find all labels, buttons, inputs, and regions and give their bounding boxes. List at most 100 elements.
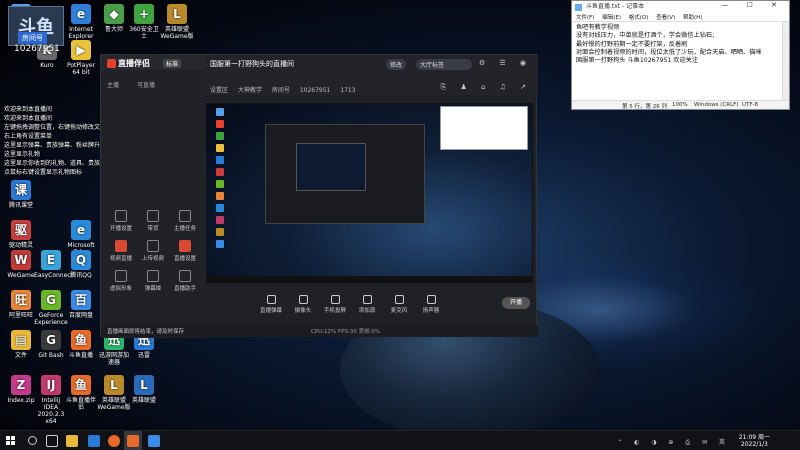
- desktop-icon-label: EasyConnect: [34, 272, 73, 279]
- room-label: 房间号: [18, 32, 47, 44]
- tab-live[interactable]: 可直播: [137, 82, 155, 89]
- menu-edit[interactable]: 编辑(E): [602, 15, 621, 21]
- notepad-text-area[interactable]: 鱼吧有教学视频 没有对线压力，中单就是打酒个，学会微信上钻石; 最好慢的打野前期…: [572, 22, 789, 102]
- desktop-icon[interactable]: 鱼斗鱼直播伴侣: [64, 375, 98, 411]
- menu-view[interactable]: 查看(V): [656, 15, 675, 21]
- desktop-icon-label: 迅游网游加速器: [98, 352, 129, 366]
- camera-button[interactable]: 摄像头: [288, 295, 318, 314]
- desktop-icon[interactable]: Q 腾讯QQ: [64, 250, 98, 279]
- viewer-count: 1713: [340, 87, 356, 94]
- file-explorer-icon[interactable]: [66, 435, 78, 447]
- clock-time: 21:09 周一: [738, 434, 770, 441]
- app-icon: e: [71, 220, 91, 240]
- desktop-icon-label: 斗鱼直播: [68, 352, 93, 359]
- feature-label: 开播设置: [109, 226, 132, 232]
- clock[interactable]: 21:09 周一 2022/1/3: [739, 434, 770, 448]
- line-ending: Windows (CRLF): [694, 102, 739, 108]
- desktop-icon[interactable]: 鱼斗鱼直播: [64, 330, 98, 359]
- browser-icon[interactable]: [88, 435, 100, 447]
- phone-cast-button[interactable]: 手机投屏: [320, 295, 350, 314]
- speaker-label: 扬声器: [422, 308, 440, 314]
- desktop-icon[interactable]: IJ IntelliJ IDEA 2020.2.3 x64: [34, 375, 68, 425]
- add-source-button[interactable]: 添加源: [352, 295, 382, 314]
- desktop-icon[interactable]: 旺阿里旺旺: [4, 290, 38, 319]
- desktop-icon[interactable]: G Git Bash: [34, 330, 68, 359]
- desktop-icon[interactable]: Z Index.zip: [4, 375, 38, 404]
- danmaku-button[interactable]: 直播弹幕: [256, 295, 286, 314]
- room-number-value: 10267951: [299, 87, 331, 94]
- mic-icon: [394, 295, 404, 304]
- search-icon[interactable]: [28, 436, 37, 445]
- start-button[interactable]: [6, 436, 16, 446]
- tab-anchor[interactable]: 主播: [107, 82, 119, 89]
- feature-button[interactable]: 主播任务: [169, 210, 201, 232]
- desktop-icon[interactable]: G GeForce Experience: [34, 290, 68, 326]
- firefox-icon[interactable]: [108, 435, 120, 447]
- menu-format[interactable]: 格式(O): [629, 15, 649, 21]
- menu-file[interactable]: 文件(F): [576, 15, 594, 21]
- go-live-button[interactable]: 开播: [502, 297, 530, 309]
- status-warning: 直播画面即将结束，请及时保存: [107, 329, 185, 335]
- microphone-button[interactable]: 麦克风: [384, 295, 414, 314]
- feature-button[interactable]: 弹幕姬: [137, 270, 169, 292]
- desktop-icon[interactable]: 驱驱动精灵: [4, 220, 38, 249]
- feature-label: 主播任务: [173, 226, 196, 232]
- desktop-icon-label: 英雄联盟: [131, 397, 156, 404]
- douyu-taskbar-icon[interactable]: [127, 435, 139, 447]
- app-icon: Z: [11, 375, 31, 395]
- douyu-icon: [107, 59, 116, 68]
- zoom-level: 100%: [672, 102, 688, 108]
- desktop-icon[interactable]: ▤ 文件: [4, 330, 38, 359]
- feature-icon: [115, 210, 127, 222]
- feature-button[interactable]: 带货: [137, 210, 169, 232]
- desktop-icon-label: GeForce Experience: [34, 312, 68, 326]
- feature-icon: [147, 210, 159, 222]
- desktop-icon-label: WeGame: [7, 272, 35, 279]
- app-icon: 旺: [11, 290, 31, 310]
- feature-button[interactable]: 开播设置: [105, 210, 137, 232]
- preview-notepad: [440, 106, 528, 150]
- phone-icon: [330, 295, 340, 304]
- microphone-label: 麦克风: [390, 308, 408, 314]
- edition-badge: 标准: [163, 59, 182, 68]
- desktop-icon-label: 迅雷: [137, 352, 150, 359]
- category-select[interactable]: 大厅标签: [416, 59, 472, 70]
- app-icon: 驱: [11, 220, 31, 240]
- speaker-button[interactable]: 扬声器: [416, 295, 446, 314]
- feature-button[interactable]: 直播助手: [169, 270, 201, 292]
- header-icons[interactable]: ⚙ ☰ ◉: [479, 59, 532, 67]
- text-line: 对面会控制着视频的时间，段位太低了少玩，配合天启、晒晒、猫咪: [576, 48, 762, 56]
- desktop-icon-label: IntelliJ IDEA 2020.2.3 x64: [37, 397, 65, 425]
- encoding: UTF-8: [742, 102, 759, 108]
- notepad-window[interactable]: 斗鱼直播.txt - 记事本 — ☐ ✕ 文件(F) 编辑(E) 格式(O) 查…: [571, 0, 790, 110]
- desktop-icon[interactable]: 百百度网盘: [64, 290, 98, 319]
- feature-button[interactable]: 直播设置: [169, 240, 201, 262]
- task-view-icon[interactable]: [46, 435, 58, 447]
- app-icon: E: [41, 250, 61, 270]
- window-controls[interactable]: — ☐ ✕: [721, 1, 785, 9]
- preview-nested-preview: [296, 143, 366, 191]
- feature-button[interactable]: 视频直播: [105, 240, 137, 262]
- desktop-icon[interactable]: L 英雄联盟: [127, 375, 161, 404]
- desktop-icon[interactable]: +360安全卫士: [127, 4, 161, 40]
- feature-button[interactable]: 虚拟形象: [105, 270, 137, 292]
- system-tray[interactable]: ⌃ ◐ ◑ ⊕ ⎙ ✉ 英: [617, 437, 730, 447]
- stream-preview[interactable]: [206, 103, 533, 283]
- desktop-icon[interactable]: W WeGame: [4, 250, 38, 279]
- vertical-scrollbar[interactable]: [782, 22, 789, 101]
- streaming-app-window[interactable]: 直播伴侣 标准 主播 可直播 开播设置 带货 主播任务视频直播 上传视频 直播设置虚拟形…: [100, 54, 538, 338]
- app-logo: 直播伴侣: [107, 58, 150, 69]
- header-tools[interactable]: ⎘ ♟ ⌂ ♫ ↗: [441, 83, 532, 92]
- desktop-icon[interactable]: L 英雄联盟WeGame版: [97, 375, 131, 411]
- menu-help[interactable]: 帮助(H): [683, 15, 702, 21]
- edit-title-button[interactable]: 修改: [386, 59, 407, 70]
- taskbar: ⌃ ◐ ◑ ⊕ ⎙ ✉ 英 21:09 周一 2022/1/3: [0, 430, 800, 450]
- tag-label[interactable]: 大神教学: [238, 87, 262, 94]
- desktop-icon[interactable]: L 英雄联盟WeGame版: [160, 4, 194, 40]
- app-icon: Q: [71, 250, 91, 270]
- area-label[interactable]: 设置区: [210, 87, 228, 94]
- notepad-taskbar-icon[interactable]: [148, 435, 160, 447]
- feature-button[interactable]: 上传视频: [137, 240, 169, 262]
- camera-icon: [298, 295, 308, 304]
- desktop-icon[interactable]: E EasyConnect: [34, 250, 73, 279]
